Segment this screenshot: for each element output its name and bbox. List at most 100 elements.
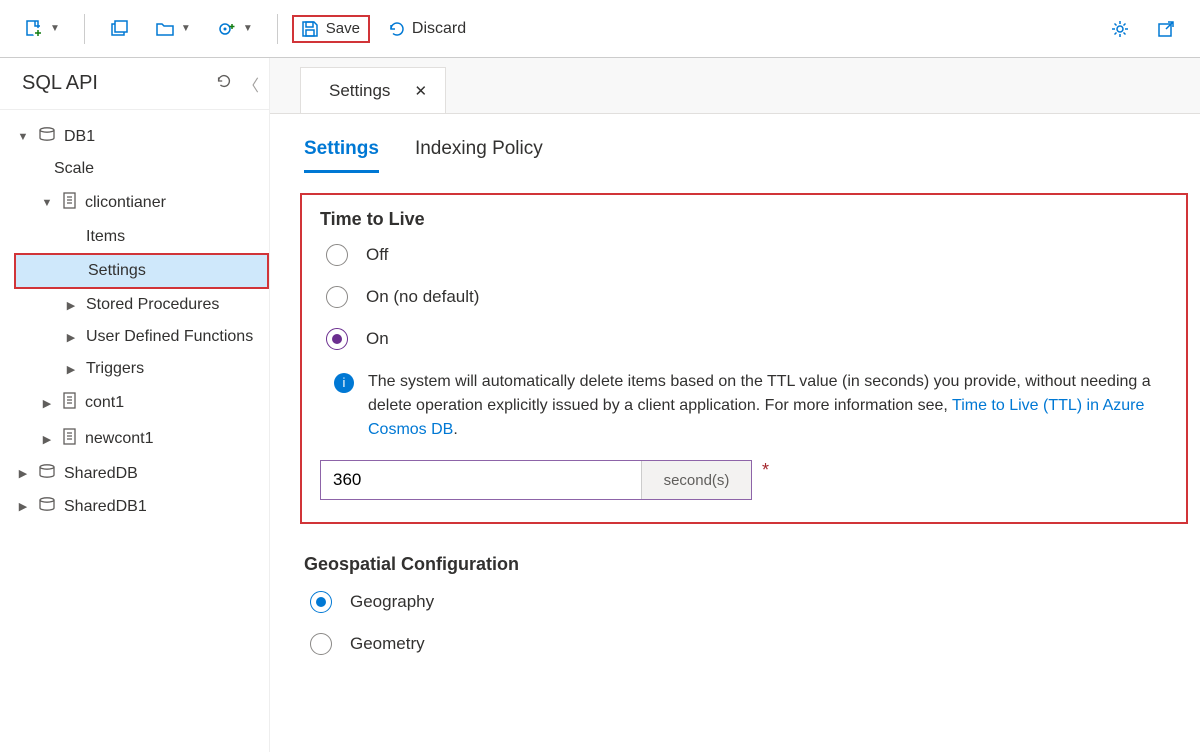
- tree-node-newcont1[interactable]: ▶ newcont1: [0, 421, 269, 457]
- resource-tree: ▼ DB1 Scale ▼ clicontianer Items: [0, 110, 269, 523]
- collapse-sidebar-icon[interactable]: 〈: [243, 72, 259, 96]
- sidebar: SQL API 〈 ▼ DB1 Scale ▼: [0, 58, 270, 752]
- folder-icon: [155, 20, 175, 38]
- sidebar-header: SQL API 〈: [0, 58, 269, 110]
- ttl-value-input[interactable]: [321, 461, 641, 499]
- container-icon: [62, 428, 77, 450]
- ttl-heading: Time to Live: [320, 209, 1168, 230]
- tree-node-udf[interactable]: ▶ User Defined Functions: [0, 321, 269, 353]
- caret-down-icon: ▼: [16, 131, 30, 143]
- tab-label: Settings: [329, 81, 390, 101]
- undo-icon: [386, 19, 406, 39]
- main-content: Settings ✕ Settings Indexing Policy Time…: [270, 58, 1200, 752]
- ttl-info: i The system will automatically delete i…: [334, 370, 1168, 442]
- subtab-bar: Settings Indexing Policy: [270, 114, 1200, 173]
- container-icon: [62, 192, 77, 214]
- tab-settings[interactable]: Settings ✕: [300, 67, 446, 113]
- radio-label: On (no default): [366, 287, 479, 307]
- tree-label: clicontianer: [85, 194, 166, 212]
- popout-button[interactable]: [1146, 13, 1186, 45]
- toolbar: ▼ ▼ ▼ Save Discard: [0, 0, 1200, 58]
- caret-right-icon: ▶: [16, 500, 30, 513]
- caret-right-icon: ▶: [64, 331, 78, 344]
- radio-icon: [326, 286, 348, 308]
- chevron-down-icon: ▼: [181, 23, 191, 34]
- tree-node-shareddb1[interactable]: ▶ SharedDB1: [0, 490, 269, 523]
- tree-node-cont1[interactable]: ▶ cont1: [0, 385, 269, 421]
- gear-plus-icon: [217, 19, 237, 39]
- tree-label: newcont1: [85, 430, 154, 448]
- geospatial-panel: Geospatial Configuration Geography Geome…: [304, 554, 1200, 655]
- ttl-radio-on[interactable]: On: [326, 328, 1168, 350]
- subtab-indexing-policy[interactable]: Indexing Policy: [415, 138, 543, 173]
- radio-icon-selected: [326, 328, 348, 350]
- caret-right-icon: ▶: [40, 433, 54, 446]
- tree-label: Triggers: [86, 360, 144, 378]
- refresh-icon[interactable]: [215, 72, 233, 96]
- gear-icon: [1110, 19, 1130, 39]
- radio-label: Off: [366, 245, 388, 265]
- chevron-down-icon: ▼: [50, 23, 60, 34]
- caret-right-icon: ▶: [16, 467, 30, 480]
- radio-label: Geography: [350, 592, 434, 612]
- caret-right-icon: ▶: [64, 299, 78, 312]
- tree-label: SharedDB1: [64, 498, 147, 516]
- tree-node-shareddb[interactable]: ▶ SharedDB: [0, 457, 269, 490]
- tree-node-db1[interactable]: ▼ DB1: [0, 120, 269, 153]
- database-icon: [38, 464, 56, 483]
- ttl-radio-off[interactable]: Off: [326, 244, 1168, 266]
- chevron-down-icon: ▼: [243, 23, 253, 34]
- save-icon: [300, 19, 320, 39]
- ttl-input-row: second(s) *: [320, 460, 1168, 500]
- radio-icon: [326, 244, 348, 266]
- tree-label: Scale: [54, 160, 94, 178]
- close-icon[interactable]: ✕: [414, 82, 427, 100]
- tree-label: DB1: [64, 128, 95, 146]
- tree-node-scale[interactable]: Scale: [0, 153, 269, 185]
- toolbar-separator: [277, 14, 278, 44]
- database-icon: [38, 497, 56, 516]
- caret-down-icon: ▼: [40, 197, 54, 209]
- ttl-radio-on-nodefault[interactable]: On (no default): [326, 286, 1168, 308]
- sidebar-title: SQL API: [22, 72, 98, 95]
- info-icon: i: [334, 373, 354, 393]
- folder-button[interactable]: ▼: [145, 14, 201, 44]
- tree-node-triggers[interactable]: ▶ Triggers: [0, 353, 269, 385]
- save-label: Save: [326, 20, 360, 37]
- ttl-unit-label: second(s): [641, 461, 751, 499]
- caret-right-icon: ▶: [64, 363, 78, 376]
- radio-label: Geometry: [350, 634, 425, 654]
- discard-label: Discard: [412, 20, 466, 38]
- database-icon: [38, 127, 56, 146]
- geo-radio-geometry[interactable]: Geometry: [310, 633, 1200, 655]
- save-button[interactable]: Save: [292, 15, 370, 43]
- tree-node-settings[interactable]: Settings: [16, 255, 267, 287]
- open-button[interactable]: [99, 13, 139, 45]
- tree-node-stored-procedures[interactable]: ▶ Stored Procedures: [0, 289, 269, 321]
- new-item-button[interactable]: ▼: [14, 13, 70, 45]
- geo-radio-geography[interactable]: Geography: [310, 591, 1200, 613]
- toolbar-separator: [84, 14, 85, 44]
- radio-icon-selected: [310, 591, 332, 613]
- settings-gear-button[interactable]: [1100, 13, 1140, 45]
- tree-label: User Defined Functions: [86, 328, 253, 346]
- radio-label: On: [366, 329, 389, 349]
- tree-label: SharedDB: [64, 465, 138, 483]
- settings-action-button[interactable]: ▼: [207, 13, 263, 45]
- geospatial-heading: Geospatial Configuration: [304, 554, 1200, 575]
- ttl-panel: Time to Live Off On (no default) On i Th…: [300, 193, 1188, 524]
- windows-icon: [109, 19, 129, 39]
- tab-strip: Settings ✕: [270, 58, 1200, 114]
- tree-label: cont1: [85, 394, 124, 412]
- radio-icon: [310, 633, 332, 655]
- tree-node-items[interactable]: Items: [0, 221, 269, 253]
- required-indicator: *: [762, 460, 769, 481]
- subtab-settings[interactable]: Settings: [304, 138, 379, 173]
- tree-label: Settings: [88, 262, 146, 280]
- document-plus-icon: [24, 19, 44, 39]
- tree-label: Items: [86, 228, 125, 246]
- tree-node-clicontainer[interactable]: ▼ clicontianer: [0, 185, 269, 221]
- container-icon: [62, 392, 77, 414]
- caret-right-icon: ▶: [40, 397, 54, 410]
- discard-button[interactable]: Discard: [376, 13, 476, 45]
